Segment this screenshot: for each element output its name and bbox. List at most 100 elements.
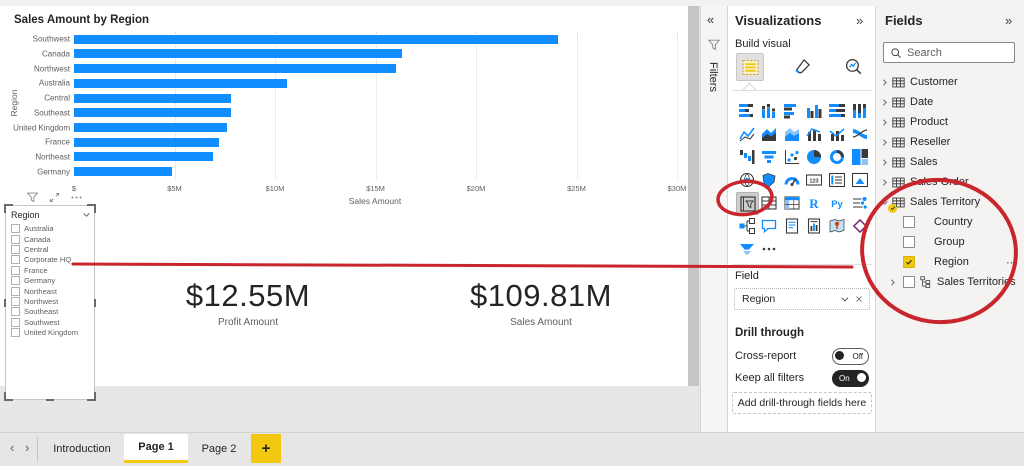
sales-amount-card[interactable]: $109.81M Sales Amount (423, 278, 659, 338)
chevron-right-icon[interactable] (880, 138, 889, 147)
field-item-region[interactable]: Region ⋯ (876, 252, 1024, 272)
bar-australia[interactable] (74, 78, 288, 88)
visual-type-kpi-icon[interactable] (849, 169, 870, 190)
bar-southwest[interactable] (74, 34, 559, 44)
checkbox[interactable] (11, 224, 20, 234)
new-page-button[interactable]: + (251, 434, 281, 463)
slicer-item-australia[interactable]: Australia (11, 224, 54, 234)
bar-central[interactable] (74, 93, 231, 103)
visual-type-line-clustered-column-chart-icon[interactable] (826, 123, 847, 144)
filter-funnel-icon[interactable] (26, 191, 39, 204)
visual-type-hundred-stacked-bar-chart-icon[interactable] (826, 100, 847, 121)
visual-type-power-apps-icon[interactable] (849, 215, 870, 236)
page-tab-introduction[interactable]: Introduction (40, 434, 124, 463)
field-table-sales-territory[interactable]: Sales Territory (876, 192, 1024, 213)
field-table-date[interactable]: Date (876, 92, 1024, 112)
checkbox[interactable] (11, 317, 20, 327)
checkbox[interactable] (11, 286, 20, 296)
remove-field-icon[interactable] (854, 294, 864, 304)
checkbox[interactable] (11, 296, 20, 306)
visual-type-line-chart-icon[interactable] (736, 123, 757, 144)
visual-type-r-script-icon[interactable]: R (804, 192, 825, 213)
visual-type-clustered-column-chart-icon[interactable] (804, 100, 825, 121)
analytics-mode-icon[interactable] (840, 53, 866, 79)
selection-handle[interactable] (4, 298, 6, 307)
visual-type-waterfall-chart-icon[interactable] (736, 146, 757, 167)
visual-type-stacked-bar-chart-icon[interactable] (736, 100, 757, 121)
visual-type-slicer-icon[interactable] (736, 192, 759, 215)
slicer-item-central[interactable]: Central (11, 244, 48, 254)
slicer-item-germany[interactable]: Germany (11, 276, 55, 286)
bar-united-kingdom[interactable] (74, 122, 227, 132)
field-item-sales-territories[interactable]: Sales Territories (876, 272, 1024, 292)
visual-type-table-icon[interactable] (759, 192, 780, 213)
fields-search-input[interactable]: Search (883, 42, 1015, 63)
filters-pane-collapsed[interactable]: « Filters (700, 6, 728, 432)
chevron-down-icon[interactable] (840, 294, 850, 304)
field-checkbox[interactable] (903, 216, 915, 228)
checkbox[interactable] (11, 276, 20, 286)
checkbox[interactable] (11, 328, 20, 338)
chevron-right-icon[interactable] (888, 278, 897, 287)
visual-type-funnel-chart-icon[interactable] (759, 146, 780, 167)
visual-type-stacked-column-chart-icon[interactable] (759, 100, 780, 121)
canvas-scrollbar[interactable] (688, 6, 699, 386)
visual-type-hundred-stacked-column-chart-icon[interactable] (849, 100, 870, 121)
checkbox[interactable] (11, 234, 20, 244)
selection-handle[interactable] (4, 392, 13, 401)
next-page-arrow[interactable]: › (25, 440, 29, 455)
visual-type-more-options-icon[interactable] (759, 238, 780, 259)
slicer-item-northeast[interactable]: Northeast (11, 286, 57, 296)
visual-type-card-icon[interactable]: 123 (804, 169, 825, 190)
visual-type-clustered-bar-chart-icon[interactable] (781, 100, 802, 121)
more-options-icon[interactable]: ⋯ (1006, 256, 1017, 269)
field-checkbox[interactable] (903, 236, 915, 248)
checkbox[interactable] (11, 244, 20, 254)
field-table-reseller[interactable]: Reseller (876, 132, 1024, 152)
visual-type-qa-icon[interactable] (759, 215, 780, 236)
field-item-country[interactable]: Country (876, 212, 1024, 232)
slicer-item-united-kingdom[interactable]: United Kingdom (11, 328, 78, 338)
region-slicer[interactable]: Region Australia Canada Central Corporate H… (4, 204, 96, 401)
field-item-group[interactable]: Group (876, 232, 1024, 252)
selection-handle[interactable] (94, 298, 96, 307)
slicer-item-southeast[interactable]: Southeast (11, 307, 58, 317)
checkbox[interactable] (11, 307, 20, 317)
chevron-right-icon[interactable] (880, 178, 889, 187)
bar-northwest[interactable] (74, 64, 396, 74)
slicer-item-france[interactable]: France (11, 265, 48, 275)
field-checkbox[interactable] (903, 276, 915, 288)
field-well-region[interactable]: Region (734, 288, 870, 310)
chevron-down-icon[interactable] (82, 210, 91, 219)
focus-mode-icon[interactable] (48, 191, 61, 204)
visual-type-key-influencers-icon[interactable] (849, 192, 870, 213)
bar-france[interactable] (74, 137, 219, 147)
bar-canada[interactable] (74, 49, 402, 59)
visual-type-area-chart-icon[interactable] (759, 123, 780, 144)
field-checkbox[interactable] (903, 256, 915, 268)
field-table-sales-order[interactable]: Sales Order (876, 172, 1024, 192)
format-visual-mode-icon[interactable] (789, 53, 815, 79)
more-dots-icon[interactable] (70, 191, 83, 204)
visual-type-pie-chart-icon[interactable] (804, 146, 825, 167)
field-table-sales[interactable]: Sales (876, 152, 1024, 172)
report-canvas[interactable]: Sales Amount by Region Southwest Canada No… (0, 6, 688, 401)
bar-chart-visual[interactable]: Sales Amount by Region Southwest Canada No… (8, 10, 686, 206)
expand-filters-icon[interactable]: « (707, 12, 714, 27)
chevron-right-icon[interactable] (880, 78, 889, 87)
visual-type-scatter-chart-icon[interactable] (781, 146, 802, 167)
bar-northeast[interactable] (74, 152, 213, 162)
visual-type-matrix-icon[interactable] (781, 192, 802, 213)
visual-type-stacked-area-chart-icon[interactable] (781, 123, 802, 144)
visual-type-map-icon[interactable] (736, 169, 757, 190)
keep-all-filters-toggle[interactable]: On (832, 370, 869, 387)
bar-southeast[interactable] (74, 108, 231, 118)
slicer-item-southwest[interactable]: Southwest (11, 317, 59, 327)
slicer-item-canada[interactable]: Canada (11, 234, 51, 244)
field-table-product[interactable]: Product (876, 112, 1024, 132)
checkbox[interactable] (11, 265, 20, 275)
prev-page-arrow[interactable]: ‹ (10, 440, 14, 455)
page-tab-page-1[interactable]: Page 1 (124, 434, 188, 463)
selection-handle[interactable] (46, 399, 54, 401)
visual-type-treemap-icon[interactable] (849, 146, 870, 167)
